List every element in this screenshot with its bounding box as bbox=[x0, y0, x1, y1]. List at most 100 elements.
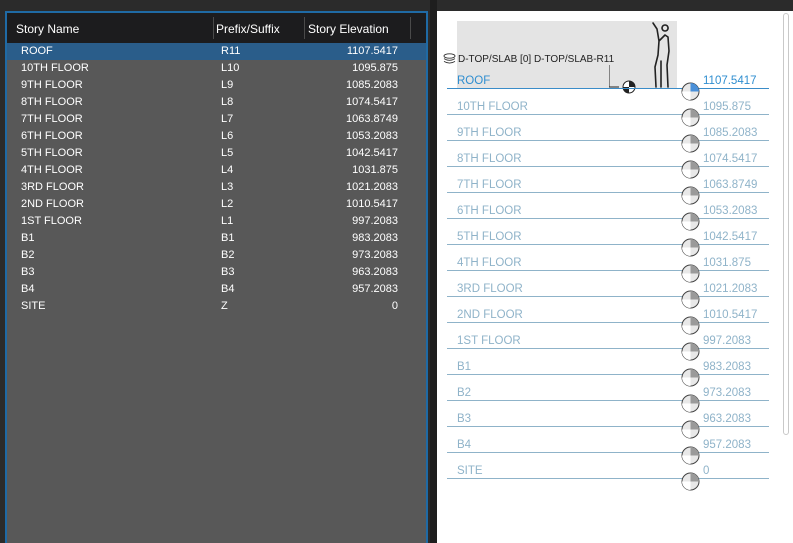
story-elevation-label[interactable]: 1085.2083 bbox=[703, 127, 757, 139]
story-elevation-label[interactable]: 1021.2083 bbox=[703, 283, 757, 295]
story-level-label[interactable]: 6TH FLOOR bbox=[457, 205, 522, 217]
story-elevation-cell: 1042.5417 bbox=[346, 147, 398, 159]
story-level-line[interactable] bbox=[447, 322, 769, 323]
story-level-line[interactable] bbox=[447, 218, 769, 219]
elevation-marker-icon[interactable] bbox=[681, 472, 700, 491]
story-level-line[interactable] bbox=[447, 452, 769, 453]
column-header-story-name[interactable]: Story Name bbox=[16, 22, 79, 36]
story-level-line[interactable] bbox=[447, 374, 769, 375]
story-level-label[interactable]: SITE bbox=[457, 465, 483, 477]
story-elevation-label[interactable]: 983.2083 bbox=[703, 361, 751, 373]
elevation-marker-icon[interactable] bbox=[681, 342, 700, 361]
elevation-marker-icon[interactable] bbox=[681, 316, 700, 335]
story-elevation-cell: 1074.5417 bbox=[346, 96, 398, 108]
story-level-line[interactable] bbox=[447, 140, 769, 141]
story-elevation-cell: 963.2083 bbox=[352, 266, 398, 278]
column-divider[interactable] bbox=[213, 17, 214, 39]
story-elevation-label[interactable]: 1095.875 bbox=[703, 101, 751, 113]
story-elevation-label[interactable]: 957.2083 bbox=[703, 439, 751, 451]
story-elevation-label[interactable]: 1074.5417 bbox=[703, 153, 757, 165]
elevation-marker-icon[interactable] bbox=[681, 290, 700, 309]
table-row[interactable]: SITE Z 0 bbox=[7, 298, 426, 315]
elevation-marker-icon[interactable] bbox=[681, 446, 700, 465]
elevation-marker-icon[interactable] bbox=[681, 368, 700, 387]
table-row[interactable]: 3RD FLOOR L3 1021.2083 bbox=[7, 179, 426, 196]
column-header-story-elevation[interactable]: Story Elevation bbox=[308, 22, 389, 36]
story-elevation-label[interactable]: 0 bbox=[703, 465, 709, 477]
elevation-marker-icon[interactable] bbox=[681, 82, 700, 101]
preview-scrollbar[interactable] bbox=[779, 11, 791, 451]
story-level-label[interactable]: 4TH FLOOR bbox=[457, 257, 522, 269]
story-level-label[interactable]: B4 bbox=[457, 439, 471, 451]
elevation-marker-icon[interactable] bbox=[681, 108, 700, 127]
prefix-suffix-cell: L6 bbox=[221, 130, 234, 142]
table-row[interactable]: 2ND FLOOR L2 1010.5417 bbox=[7, 196, 426, 213]
story-level-label[interactable]: 10TH FLOOR bbox=[457, 101, 528, 113]
story-level-line[interactable] bbox=[447, 348, 769, 349]
story-elevation-label[interactable]: 973.2083 bbox=[703, 387, 751, 399]
story-level-line[interactable] bbox=[447, 270, 769, 271]
prefix-suffix-cell: L10 bbox=[221, 62, 240, 74]
table-row[interactable]: 7TH FLOOR L7 1063.8749 bbox=[7, 111, 426, 128]
story-elevation-label[interactable]: 1010.5417 bbox=[703, 309, 757, 321]
story-level-line[interactable] bbox=[447, 400, 769, 401]
scrollbar-thumb[interactable] bbox=[783, 13, 789, 435]
table-row[interactable]: ROOF R11 1107.5417 bbox=[7, 43, 426, 60]
story-level-line[interactable] bbox=[447, 166, 769, 167]
table-row[interactable]: B1 B1 983.2083 bbox=[7, 230, 426, 247]
story-level-line[interactable] bbox=[447, 88, 769, 89]
story-level-line[interactable] bbox=[447, 296, 769, 297]
table-row[interactable]: B4 B4 957.2083 bbox=[7, 281, 426, 298]
elevation-marker-icon[interactable] bbox=[681, 394, 700, 413]
prefix-suffix-cell: L9 bbox=[221, 79, 234, 91]
story-level-label[interactable]: 9TH FLOOR bbox=[457, 127, 522, 139]
story-elevation-label[interactable]: 1107.5417 bbox=[703, 75, 757, 87]
story-level-label[interactable]: 3RD FLOOR bbox=[457, 283, 523, 295]
story-elevation-label[interactable]: 997.2083 bbox=[703, 335, 751, 347]
elevation-marker-icon[interactable] bbox=[681, 420, 700, 439]
story-level-label[interactable]: 1ST FLOOR bbox=[457, 335, 521, 347]
story-level-label[interactable]: B3 bbox=[457, 413, 471, 425]
table-row[interactable]: 8TH FLOOR L8 1074.5417 bbox=[7, 94, 426, 111]
elevation-marker-icon[interactable] bbox=[681, 134, 700, 153]
story-level-line[interactable] bbox=[447, 244, 769, 245]
story-name-cell: B4 bbox=[21, 283, 35, 295]
story-level-label[interactable]: B2 bbox=[457, 387, 471, 399]
story-elevation-cell: 1021.2083 bbox=[346, 181, 398, 193]
story-level-line[interactable] bbox=[447, 426, 769, 427]
story-level-label[interactable]: 8TH FLOOR bbox=[457, 153, 522, 165]
prefix-suffix-cell: L7 bbox=[221, 113, 234, 125]
story-level-line[interactable] bbox=[447, 478, 769, 479]
table-row[interactable]: 4TH FLOOR L4 1031.875 bbox=[7, 162, 426, 179]
table-row[interactable]: 9TH FLOOR L9 1085.2083 bbox=[7, 77, 426, 94]
table-row[interactable]: 1ST FLOOR L1 997.2083 bbox=[7, 213, 426, 230]
story-level-label[interactable]: ROOF bbox=[457, 75, 490, 87]
story-elevation-label[interactable]: 963.2083 bbox=[703, 413, 751, 425]
story-elevation-label[interactable]: 1063.8749 bbox=[703, 179, 757, 191]
story-name-cell: SITE bbox=[21, 300, 46, 312]
elevation-marker-icon[interactable] bbox=[681, 238, 700, 257]
story-level-label[interactable]: B1 bbox=[457, 361, 471, 373]
elevation-marker-icon[interactable] bbox=[681, 186, 700, 205]
table-row[interactable]: B2 B2 973.2083 bbox=[7, 247, 426, 264]
story-level-label[interactable]: 2ND FLOOR bbox=[457, 309, 523, 321]
elevation-marker-icon[interactable] bbox=[681, 264, 700, 283]
column-divider[interactable] bbox=[304, 17, 305, 39]
column-divider[interactable] bbox=[410, 17, 411, 39]
prefix-suffix-cell: B1 bbox=[221, 232, 235, 244]
story-level-line[interactable] bbox=[447, 114, 769, 115]
table-row[interactable]: 10TH FLOOR L10 1095.875 bbox=[7, 60, 426, 77]
table-row[interactable]: B3 B3 963.2083 bbox=[7, 264, 426, 281]
elevation-marker-icon[interactable] bbox=[681, 212, 700, 231]
story-level-line[interactable] bbox=[447, 192, 769, 193]
story-level-label[interactable]: 5TH FLOOR bbox=[457, 231, 522, 243]
column-header-prefix-suffix[interactable]: Prefix/Suffix bbox=[216, 22, 280, 36]
story-elevation-label[interactable]: 1031.875 bbox=[703, 257, 751, 269]
story-level-label[interactable]: 7TH FLOOR bbox=[457, 179, 522, 191]
story-elevation-cell: 957.2083 bbox=[352, 283, 398, 295]
table-row[interactable]: 5TH FLOOR L5 1042.5417 bbox=[7, 145, 426, 162]
story-elevation-label[interactable]: 1053.2083 bbox=[703, 205, 757, 217]
elevation-marker-icon[interactable] bbox=[681, 160, 700, 179]
story-elevation-label[interactable]: 1042.5417 bbox=[703, 231, 757, 243]
table-row[interactable]: 6TH FLOOR L6 1053.2083 bbox=[7, 128, 426, 145]
